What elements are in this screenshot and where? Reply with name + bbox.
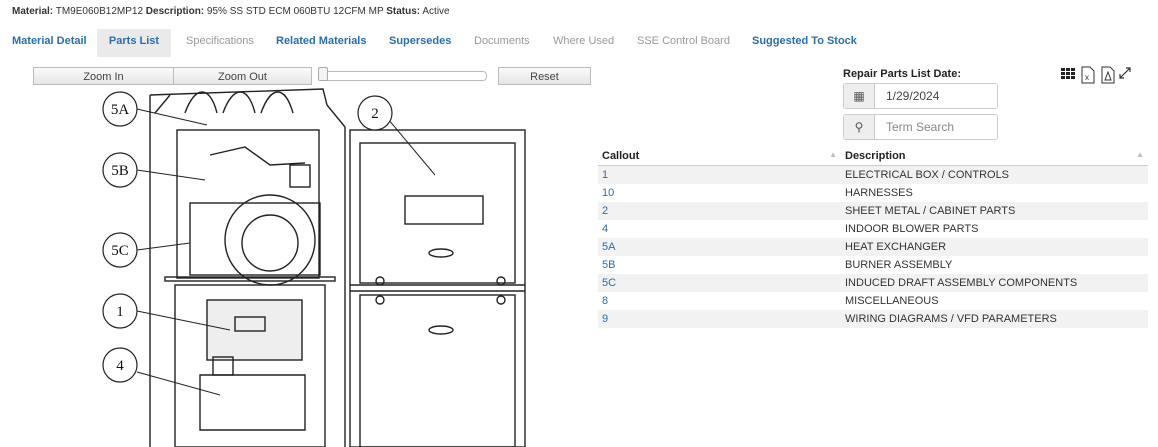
table-row[interactable]: 2 SHEET METAL / CABINET PARTS bbox=[598, 202, 1148, 220]
tab-related-materials[interactable]: Related Materials bbox=[276, 29, 366, 57]
callout-column-header[interactable]: Callout ▲ bbox=[598, 147, 841, 166]
description-value: 95% SS STD ECM 060BTU 12CFM MP bbox=[206, 6, 384, 17]
material-header: Material: TM9E060B12MP12 Description: 95… bbox=[12, 6, 450, 17]
status-value: Active bbox=[422, 6, 450, 17]
row-description: WIRING DIAGRAMS / VFD PARAMETERS bbox=[841, 310, 1148, 328]
callout-4-label: 4 bbox=[116, 358, 124, 374]
pdf-export-icon[interactable] bbox=[1100, 66, 1116, 87]
callout-2-label: 2 bbox=[371, 106, 379, 122]
table-row[interactable]: 4 INDOOR BLOWER PARTS bbox=[598, 220, 1148, 238]
callout-link[interactable]: 1 bbox=[598, 165, 841, 184]
table-row[interactable]: 5C INDUCED DRAFT ASSEMBLY COMPONENTS bbox=[598, 274, 1148, 292]
zoom-in-button[interactable]: Zoom In bbox=[33, 67, 174, 85]
row-description: SHEET METAL / CABINET PARTS bbox=[841, 202, 1148, 220]
callout-1-label: 1 bbox=[116, 304, 124, 320]
parts-table: Callout ▲ Description ▲ 1 ELECTRICAL BOX … bbox=[598, 147, 1148, 328]
date-field[interactable]: ▦ 1/29/2024 bbox=[843, 83, 998, 109]
material-value: TM9E060B12MP12 bbox=[55, 6, 144, 17]
callout-5a-label: 5A bbox=[111, 102, 130, 118]
calendar-icon[interactable]: ▦ bbox=[844, 84, 875, 108]
zoom-out-button[interactable]: Zoom Out bbox=[173, 67, 312, 85]
callout-5b-label: 5B bbox=[111, 163, 129, 179]
callout-link[interactable]: 9 bbox=[598, 310, 841, 328]
tab-specifications: Specifications bbox=[186, 35, 254, 47]
table-row[interactable]: 5A HEAT EXCHANGER bbox=[598, 238, 1148, 256]
tab-parts-list[interactable]: Parts List bbox=[97, 29, 171, 57]
tab-suggested-to-stock[interactable]: Suggested To Stock bbox=[752, 29, 857, 57]
callout-link[interactable]: 2 bbox=[598, 202, 841, 220]
term-search-field[interactable]: ⚲ Term Search bbox=[843, 114, 998, 140]
table-row[interactable]: 1 ELECTRICAL BOX / CONTROLS bbox=[598, 165, 1148, 184]
row-description: ELECTRICAL BOX / CONTROLS bbox=[841, 165, 1148, 184]
callout-link[interactable]: 10 bbox=[598, 184, 841, 202]
repair-parts-date-label: Repair Parts List Date: bbox=[843, 68, 961, 80]
row-description: INDOOR BLOWER PARTS bbox=[845, 223, 979, 235]
expand-icon[interactable] bbox=[1118, 66, 1132, 83]
row-description: HARNESSES bbox=[845, 187, 913, 199]
callout-link[interactable]: 5C bbox=[598, 274, 841, 292]
row-description: HEAT EXCHANGER bbox=[841, 238, 1148, 256]
status-label: Status: bbox=[386, 6, 421, 17]
date-value: 1/29/2024 bbox=[886, 89, 940, 103]
row-description: BURNER ASSEMBLY bbox=[845, 259, 953, 271]
reset-button[interactable]: Reset bbox=[498, 67, 591, 85]
term-search-placeholder: Term Search bbox=[886, 120, 955, 134]
sort-icon[interactable]: ▲ bbox=[1136, 150, 1144, 159]
callout-link[interactable]: 5B bbox=[598, 256, 841, 274]
table-row[interactable]: 8 MISCELLANEOUS bbox=[598, 292, 1148, 310]
svg-text:x: x bbox=[1085, 73, 1089, 82]
zoom-slider[interactable] bbox=[321, 71, 487, 81]
table-row[interactable]: 5B BURNER ASSEMBLY bbox=[598, 256, 1148, 274]
callout-5c-label: 5C bbox=[111, 243, 129, 259]
callout-link[interactable]: 5A bbox=[598, 238, 841, 256]
parts-table-header: Callout ▲ Description ▲ bbox=[598, 147, 1148, 166]
tab-sse-control-board: SSE Control Board bbox=[637, 35, 730, 47]
description-column-label: Description bbox=[845, 150, 906, 162]
zoom-slider-thumb[interactable] bbox=[318, 67, 328, 81]
sort-icon[interactable]: ▲ bbox=[829, 150, 837, 159]
tab-supersedes[interactable]: Supersedes bbox=[389, 29, 451, 57]
tab-bar: Material Detail Parts List Specification… bbox=[0, 29, 900, 57]
tab-where-used: Where Used bbox=[553, 35, 615, 47]
row-description: INDUCED DRAFT ASSEMBLY COMPONENTS bbox=[841, 274, 1148, 292]
tab-documents: Documents bbox=[474, 35, 530, 47]
table-row[interactable]: 9 WIRING DIAGRAMS / VFD PARAMETERS bbox=[598, 310, 1148, 328]
description-label: Description: bbox=[145, 6, 205, 17]
description-column-header[interactable]: Description ▲ bbox=[841, 147, 1148, 166]
row-description: MISCELLANEOUS bbox=[845, 295, 939, 307]
tab-material-detail[interactable]: Material Detail bbox=[12, 29, 87, 57]
callout-column-label: Callout bbox=[602, 150, 640, 162]
callout-link[interactable]: 4 bbox=[598, 220, 841, 238]
excel-export-icon[interactable]: x bbox=[1080, 66, 1096, 87]
table-row[interactable]: 10 HARNESSES bbox=[598, 184, 1148, 202]
parts-diagram[interactable]: 5A 5B 5C 1 4 2 bbox=[95, 85, 535, 447]
material-label: Material: bbox=[12, 6, 54, 17]
grid-icon[interactable] bbox=[1060, 66, 1076, 85]
search-icon: ⚲ bbox=[844, 115, 875, 139]
callout-link[interactable]: 8 bbox=[598, 292, 841, 310]
